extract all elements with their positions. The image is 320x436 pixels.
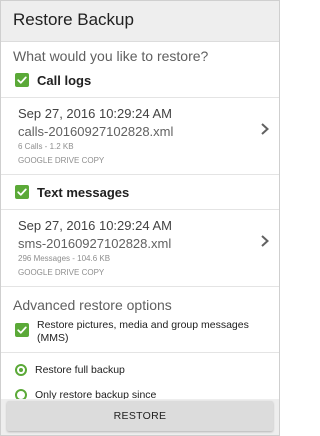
text-messages-label: Text messages bbox=[37, 184, 130, 200]
restore-media-option[interactable]: Restore pictures, media and group messag… bbox=[15, 319, 271, 345]
call-logs-checkbox[interactable] bbox=[15, 73, 29, 87]
text-messages-option[interactable]: Text messages bbox=[15, 183, 129, 201]
file-name: sms-20160927102828.xml bbox=[18, 236, 172, 251]
divider bbox=[1, 352, 279, 353]
chevron-right-icon[interactable] bbox=[259, 234, 271, 248]
restore-full-label: Restore full backup bbox=[35, 364, 125, 376]
checkmark-icon bbox=[17, 188, 27, 196]
file-name: calls-20160927102828.xml bbox=[18, 124, 174, 139]
text-messages-file-item[interactable]: Sep 27, 2016 10:29:24 AM sms-20160927102… bbox=[1, 210, 279, 296]
checkmark-icon bbox=[17, 76, 27, 84]
file-meta: 6 Calls - 1.2 KB bbox=[18, 142, 74, 151]
divider bbox=[1, 286, 279, 287]
chevron-right-icon[interactable] bbox=[259, 122, 271, 136]
call-logs-label: Call logs bbox=[37, 72, 92, 88]
restore-question: What would you like to restore? bbox=[13, 48, 209, 64]
page-title: Restore Backup bbox=[13, 10, 134, 29]
restore-full-option[interactable]: Restore full backup bbox=[15, 361, 125, 379]
restore-button[interactable]: RESTORE bbox=[7, 401, 273, 431]
call-logs-file-item[interactable]: Sep 27, 2016 10:29:24 AM calls-201609271… bbox=[1, 98, 279, 184]
restore-media-checkbox[interactable] bbox=[15, 323, 29, 337]
restore-full-radio[interactable] bbox=[15, 364, 27, 376]
checkmark-icon bbox=[17, 326, 27, 334]
file-source: GOOGLE DRIVE COPY bbox=[18, 156, 105, 165]
file-meta: 296 Messages - 104.6 KB bbox=[18, 254, 111, 263]
file-source: GOOGLE DRIVE COPY bbox=[18, 268, 105, 277]
title-bar: Restore Backup bbox=[1, 1, 279, 42]
dialog-frame: Restore Backup What would you like to re… bbox=[0, 0, 280, 436]
divider bbox=[1, 174, 279, 175]
call-logs-option[interactable]: Call logs bbox=[15, 71, 91, 89]
file-date: Sep 27, 2016 10:29:24 AM bbox=[18, 218, 172, 233]
restore-media-label: Restore pictures, media and group messag… bbox=[37, 319, 249, 344]
advanced-options-title: Advanced restore options bbox=[13, 297, 172, 313]
text-messages-checkbox[interactable] bbox=[15, 185, 29, 199]
file-date: Sep 27, 2016 10:29:24 AM bbox=[18, 106, 172, 121]
